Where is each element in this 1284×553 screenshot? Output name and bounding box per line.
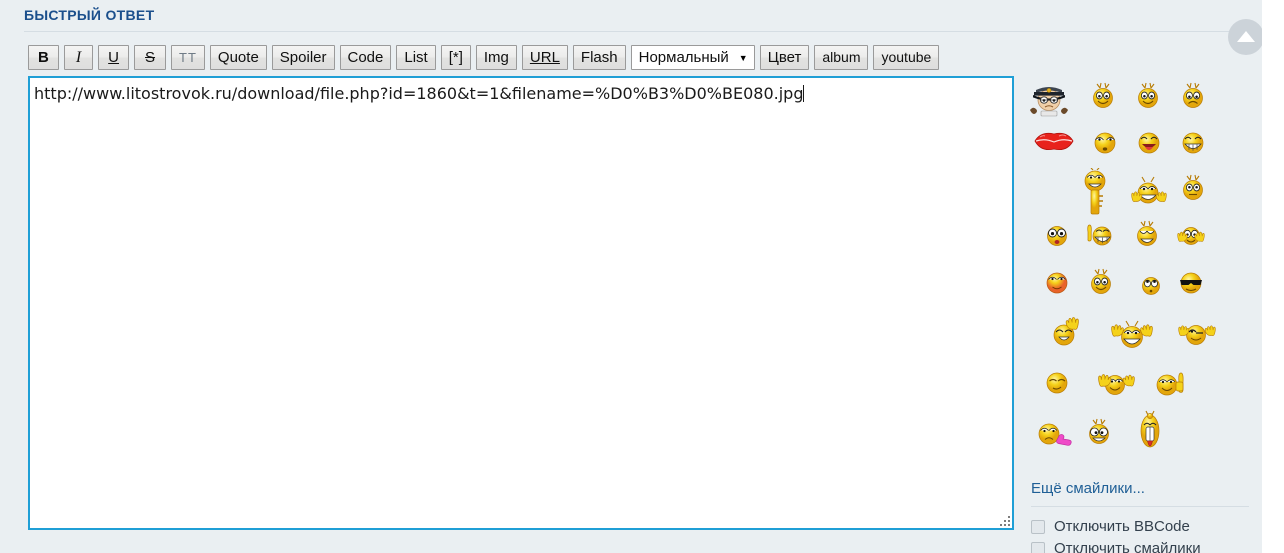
chevron-down-icon: ▼ <box>738 52 748 63</box>
image-button[interactable]: Img <box>475 45 517 70</box>
smiley-wink-hands-icon[interactable] <box>1172 318 1220 348</box>
album-button[interactable]: album <box>814 45 869 70</box>
bbcode-toolbar: B I U S TT Quote Spoiler Code List [*] Img URL Flash… <box>28 45 1028 72</box>
smiley-panel <box>1028 78 1252 473</box>
smiley-antenna2-icon[interactable] <box>1086 268 1116 298</box>
resize-handle[interactable] <box>997 513 1010 526</box>
quick-reply-panel: БЫСТРЫЙ ОТВЕТ B I U S TT Quote Spoiler Code List… <box>0 0 1262 553</box>
smiley-point-icon[interactable] <box>1034 418 1078 454</box>
page-title: БЫСТРЫЙ ОТВЕТ <box>24 7 155 23</box>
smiley-thumbsup-icon[interactable] <box>1082 220 1116 250</box>
code-button[interactable]: Code <box>339 45 392 70</box>
list-button[interactable]: List <box>396 45 436 70</box>
italic-button[interactable]: I <box>63 45 94 70</box>
smiley-grid <box>1028 78 1252 473</box>
smiley-cheer-icon[interactable] <box>1104 318 1160 352</box>
smiley-kiss-icon[interactable] <box>1032 128 1076 154</box>
header-divider <box>24 31 1234 32</box>
smiley-tongue-long-icon[interactable] <box>1136 410 1164 458</box>
color-button[interactable]: Цвет <box>759 45 810 70</box>
reply-textarea[interactable]: http://www.litostrovok.ru/download/file.… <box>28 76 1014 530</box>
smiley-tongue-icon[interactable] <box>1134 128 1164 158</box>
font-size-select-value: Нормальный <box>638 49 729 66</box>
list-item-button[interactable]: [*] <box>440 45 471 70</box>
smiley-worried-icon[interactable] <box>1090 128 1120 158</box>
disable-smileys-label: Отключить смайлики <box>1054 540 1201 553</box>
smiley-cool-icon[interactable] <box>1176 268 1206 298</box>
smiley-wave-icon[interactable] <box>1048 316 1088 348</box>
smiley-divider <box>1031 506 1249 507</box>
quote-button[interactable]: Quote <box>209 45 267 70</box>
disable-smileys-checkbox[interactable] <box>1031 542 1045 553</box>
smiley-oops-icon[interactable] <box>1132 220 1162 250</box>
underline-button[interactable]: U <box>98 45 130 70</box>
smiley-laugh-hands-icon[interactable] <box>1126 176 1170 208</box>
smiley-sigh-icon[interactable] <box>1042 368 1072 398</box>
font-size-select[interactable]: Нормальный ▼ <box>630 45 755 70</box>
disable-bbcode-label: Отключить BBCode <box>1054 518 1190 535</box>
smiley-policeman-icon[interactable] <box>1028 78 1070 120</box>
url-button[interactable]: URL <box>521 45 568 70</box>
disable-bbcode-row[interactable]: Отключить BBCode <box>1031 518 1190 536</box>
page-right-gutter <box>1262 0 1284 553</box>
smiley-ok-thumb-icon[interactable] <box>1152 368 1192 398</box>
text-cursor <box>803 85 805 102</box>
reply-textarea-value: http://www.litostrovok.ru/download/file.… <box>34 84 805 103</box>
smiley-smile-icon[interactable] <box>1088 82 1118 112</box>
youtube-button[interactable]: youtube <box>873 45 940 70</box>
smiley-happy-icon[interactable] <box>1133 82 1163 112</box>
smiley-blank-icon[interactable] <box>1178 174 1208 204</box>
more-smileys-link[interactable]: Ещё смайлики... <box>1031 480 1145 497</box>
bold-button[interactable]: B <box>28 45 59 70</box>
smiley-key-icon[interactable] <box>1080 168 1110 216</box>
scroll-to-top-button[interactable] <box>1228 19 1262 55</box>
smiley-rolleyes-icon[interactable] <box>1136 270 1166 300</box>
panel-header: БЫСТРЫЙ ОТВЕТ <box>24 6 1236 24</box>
spoiler-button[interactable]: Spoiler <box>271 45 335 70</box>
flash-button[interactable]: Flash <box>572 45 626 70</box>
smiley-hands-up-icon[interactable] <box>1172 220 1206 250</box>
smiley-blush-icon[interactable] <box>1042 268 1072 298</box>
smiley-crazy-icon[interactable] <box>1084 418 1114 448</box>
smiley-grin-icon[interactable] <box>1178 128 1208 158</box>
teletype-button[interactable]: TT <box>171 45 205 70</box>
disable-smileys-row[interactable]: Отключить смайлики <box>1031 540 1201 553</box>
smiley-sad-icon[interactable] <box>1178 82 1208 112</box>
disable-bbcode-checkbox[interactable] <box>1031 520 1045 534</box>
triangle-up-icon <box>1237 31 1255 42</box>
strikethrough-button[interactable]: S <box>134 45 167 70</box>
smiley-clap-icon[interactable] <box>1088 368 1140 400</box>
smiley-shocked-icon[interactable] <box>1042 220 1072 250</box>
